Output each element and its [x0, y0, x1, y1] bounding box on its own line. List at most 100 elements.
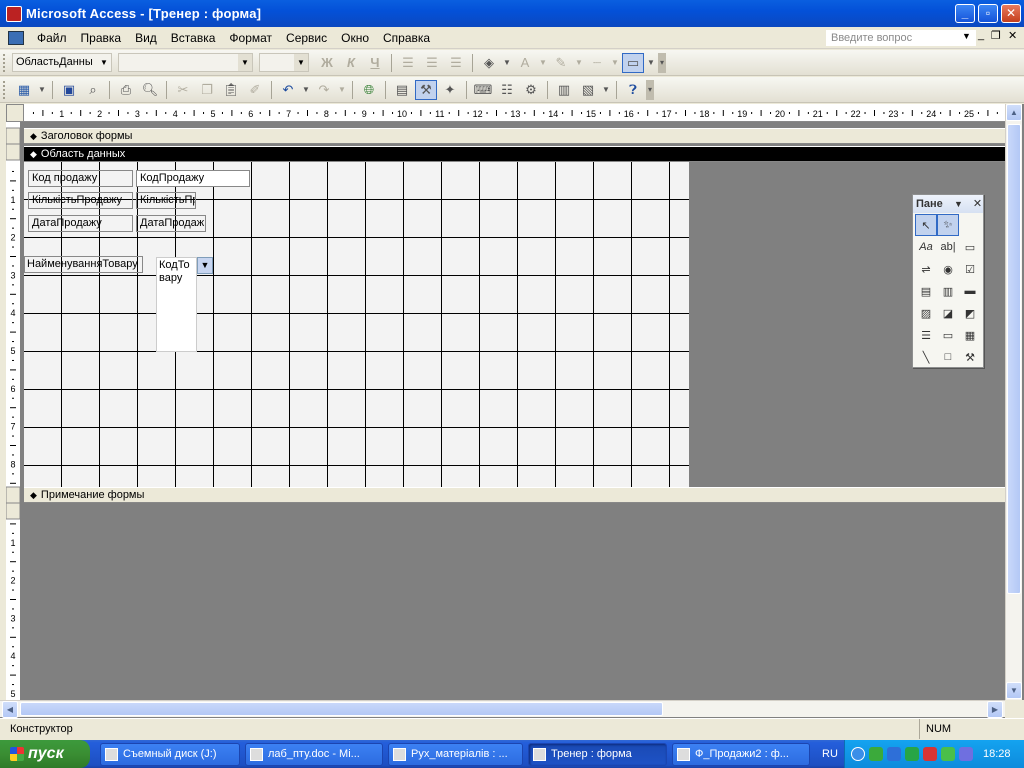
subform-icon[interactable]: ▦	[959, 324, 981, 346]
new-object-icon[interactable]: ▧	[577, 80, 599, 100]
label-tool-icon[interactable]: Aa	[915, 236, 937, 258]
horizontal-scroll-thumb[interactable]	[20, 702, 663, 716]
maximize-button[interactable]: ▫	[978, 4, 998, 23]
align-left-icon[interactable]: ☰	[397, 53, 419, 73]
chevron-down-icon[interactable]: ▼	[610, 53, 620, 73]
cut-icon[interactable]: ✂	[172, 80, 194, 100]
minimize-button[interactable]: _	[955, 4, 975, 23]
horizontal-scrollbar[interactable]: ◀ ▶	[0, 700, 1005, 718]
menu-help[interactable]: Справка	[376, 31, 437, 45]
underline-icon[interactable]: Ч	[364, 53, 386, 73]
toolbar-options-icon[interactable]: ▾	[646, 79, 654, 100]
menu-format[interactable]: Формат	[222, 31, 279, 45]
menu-window[interactable]: Окно	[334, 31, 376, 45]
field-list-icon[interactable]: ▤	[391, 80, 413, 100]
textbox-data-prodazhu[interactable]: ДатаПродаж	[136, 215, 206, 232]
label-kilkist-prodazhu[interactable]: КількістьПродажу	[28, 192, 133, 209]
toolbar-grip[interactable]	[3, 53, 9, 72]
italic-icon[interactable]: К	[340, 53, 362, 73]
doc-restore-button[interactable]: ❐	[991, 29, 1001, 42]
start-button[interactable]: пуск	[0, 740, 90, 768]
copy-icon[interactable]: ❐	[196, 80, 218, 100]
chevron-down-icon[interactable]: ▼	[294, 54, 308, 71]
footer-section-body[interactable]	[24, 503, 1005, 700]
horizontal-ruler[interactable]: 1 2 3 4 5 6 7 8 9 10 11 12 13 14 15 16 17 18 19 20 21 22 23 24 2…	[24, 104, 1005, 122]
tray-back-icon[interactable]	[851, 747, 865, 761]
toolbox-titlebar[interactable]: Пане ▼ ✕	[913, 195, 983, 213]
vertical-scroll-thumb[interactable]	[1007, 124, 1021, 594]
tray-volume-icon[interactable]	[959, 747, 973, 761]
label-data-prodazhu[interactable]: ДатаПродажу	[28, 215, 133, 232]
line-width-icon[interactable]: ┈	[586, 53, 608, 73]
code-icon[interactable]: ⌨	[472, 80, 494, 100]
access-app-icon[interactable]	[6, 5, 22, 22]
control-wizards-icon[interactable]: ✨︎	[937, 214, 959, 236]
select-objects-icon[interactable]: ↖	[915, 214, 937, 236]
font-combo[interactable]: ▼	[118, 53, 253, 72]
combo-box-tool-icon[interactable]: ▤	[915, 280, 937, 302]
line-color-icon[interactable]: ✎	[550, 53, 572, 73]
option-group-icon[interactable]: ▭	[959, 236, 981, 258]
clock[interactable]: 18:28	[983, 740, 1011, 768]
ask-question-input[interactable]: Введите вопрос	[826, 30, 976, 46]
task-f-prodazhi2[interactable]: Ф_Продажи2 : ф...	[672, 743, 810, 766]
ask-dropdown-icon[interactable]: ▼	[962, 31, 971, 41]
toolbar-options-icon[interactable]: ▾	[658, 52, 666, 73]
chevron-down-icon[interactable]: ▼	[601, 80, 611, 100]
bold-icon[interactable]: Ж	[316, 53, 338, 73]
label-naimenuvannia-tovaru[interactable]: НайменуванняТовару	[24, 256, 143, 273]
chevron-down-icon[interactable]: ▼	[538, 53, 548, 73]
menu-insert[interactable]: Вставка	[164, 31, 223, 45]
chevron-down-icon[interactable]: ▼	[954, 195, 963, 213]
special-effect-icon[interactable]: ▭	[622, 52, 644, 73]
tray-antivirus-icon[interactable]	[905, 747, 919, 761]
chevron-down-icon[interactable]: ▼	[97, 54, 111, 71]
task-removable-disk[interactable]: Съемный диск (J:)	[100, 743, 240, 766]
page-break-icon[interactable]: ☰	[915, 324, 937, 346]
list-box-tool-icon[interactable]: ▥	[937, 280, 959, 302]
more-controls-icon[interactable]: ⚒	[959, 346, 981, 368]
autoformat-icon[interactable]: ✦	[439, 80, 461, 100]
doc-minimize-button[interactable]: _	[978, 29, 984, 41]
chevron-down-icon[interactable]: ▼	[301, 80, 311, 100]
language-indicator[interactable]: RU	[822, 740, 838, 768]
vertical-scrollbar[interactable]: ▲ ▼	[1005, 104, 1022, 700]
print-icon[interactable]: ⎙	[115, 80, 137, 100]
font-size-combo[interactable]: ▼	[259, 53, 309, 72]
redo-icon[interactable]: ↷	[313, 80, 335, 100]
listbox-kod-tovaru[interactable]: КодТовару	[156, 257, 197, 352]
save-icon[interactable]: ▣	[58, 80, 80, 100]
unbound-object-icon[interactable]: ◪	[937, 302, 959, 324]
textbox-kod-prodazhu[interactable]: КодПродажу	[136, 170, 250, 187]
toolbox-panel[interactable]: Пане ▼ ✕ ↖ ✨︎ Aa ab| ▭ ⇌ ◉ ☑ ▤ ▥ ▬ ▨ ◪ ◩…	[912, 194, 984, 368]
chevron-down-icon[interactable]: ▼	[574, 53, 584, 73]
doc-close-button[interactable]: ✕	[1008, 29, 1017, 42]
rectangle-tool-icon[interactable]: □	[937, 346, 959, 368]
scroll-down-button[interactable]: ▼	[1006, 682, 1022, 699]
chevron-down-icon[interactable]: ▼	[197, 257, 213, 274]
close-icon[interactable]: ✕	[973, 195, 982, 213]
menu-file[interactable]: Файл	[30, 31, 74, 45]
print-preview-icon[interactable]: 🔍︎	[139, 80, 161, 100]
option-button-icon[interactable]: ◉	[937, 258, 959, 280]
toggle-button-icon[interactable]: ⇌	[915, 258, 937, 280]
task-trener-forma[interactable]: Тренер : форма	[528, 743, 667, 766]
hyperlink-icon[interactable]: 🌐︎	[358, 80, 380, 100]
section-footer-bar[interactable]: ◆ Примечание формы	[24, 487, 1005, 503]
undo-icon[interactable]: ↶	[277, 80, 299, 100]
tab-control-icon[interactable]: ▭	[937, 324, 959, 346]
search-file-icon[interactable]: ⌕	[82, 80, 104, 100]
scroll-right-button[interactable]: ▶	[987, 701, 1003, 718]
tray-update-icon[interactable]	[941, 747, 955, 761]
menu-edit[interactable]: Правка	[74, 31, 129, 45]
tray-app-icon[interactable]	[887, 747, 901, 761]
task-rukh-materialiv[interactable]: Рух_матеріалів : ...	[388, 743, 523, 766]
format-painter-icon[interactable]: ✐	[244, 80, 266, 100]
align-right-icon[interactable]: ☰	[445, 53, 467, 73]
toolbox-icon[interactable]: ⚒	[415, 79, 437, 100]
textbox-tool-icon[interactable]: ab|	[937, 236, 959, 258]
menu-view[interactable]: Вид	[128, 31, 164, 45]
section-detail-bar[interactable]: ◆ Область данных	[24, 146, 1005, 162]
tray-network-icon[interactable]	[869, 747, 883, 761]
detail-section-grid[interactable]	[24, 162, 689, 487]
